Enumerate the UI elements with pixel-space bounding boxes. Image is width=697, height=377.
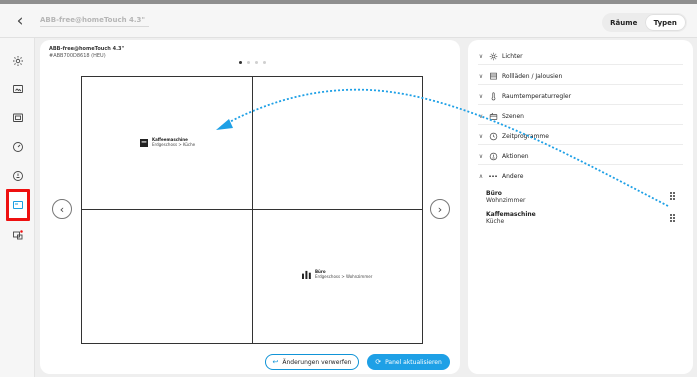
undo-icon: ↩: [272, 358, 279, 366]
list-item-buero[interactable]: Büro Wohnzimmer: [486, 190, 686, 204]
chevron-left-icon[interactable]: ‹: [13, 12, 27, 30]
next-page-button[interactable]: ›: [430, 199, 450, 219]
grid-divider-horizontal: [82, 209, 422, 210]
section-lichter[interactable]: ∨ Lichter: [478, 48, 683, 65]
section-rolllaeden[interactable]: ∨ Rollläden / Jalousien: [478, 68, 683, 85]
discard-label: Änderungen verwerfen: [282, 358, 352, 366]
alarm-icon: [13, 171, 23, 181]
section-label: Lichter: [502, 52, 523, 60]
chevron-left-icon: ‹: [59, 202, 65, 216]
toggle-raeume[interactable]: Räume: [603, 14, 645, 31]
list-item-name: Kaffemaschine: [486, 211, 536, 218]
sidebar-item-settings[interactable]: [7, 50, 29, 72]
function-list-card: ∨ Lichter ∨ Rollläden / Jalousien ∨ Raum…: [468, 40, 693, 374]
sidebar-item-display[interactable]: [7, 107, 29, 129]
gauge-icon: [13, 142, 23, 152]
page-dot[interactable]: [239, 61, 242, 64]
page-dot[interactable]: [263, 61, 266, 64]
panel-grid: Kaffeemaschine Erdgeschoss > Küche Büro …: [81, 76, 423, 344]
chevron-right-icon: ›: [437, 202, 443, 216]
update-label: Panel aktualisieren: [385, 358, 442, 366]
chevron-down-icon: ∨: [478, 92, 484, 100]
list-item-location: Wohnzimmer: [486, 197, 526, 205]
equalizer-icon: [302, 270, 311, 280]
section-label: Andere: [502, 173, 524, 180]
device-title-tab[interactable]: ABB-free@homeTouch 4.3": [40, 14, 150, 27]
monitor-icon: [13, 113, 23, 122]
chevron-down-icon: ∨: [478, 72, 484, 80]
device-id: #ABB700D8618 (HEU): [49, 53, 106, 59]
blinds-icon: [488, 71, 498, 81]
update-panel-button[interactable]: ⟳ Panel aktualisieren: [367, 354, 450, 370]
section-raumtemperaturregler[interactable]: ∨ Raumtemperaturregler: [478, 88, 683, 105]
sidebar-item-images[interactable]: [7, 78, 29, 100]
thermostat-icon: [488, 91, 498, 101]
page-indicator: [239, 61, 266, 64]
clock-icon: [488, 131, 498, 141]
section-label: Rollläden / Jalousien: [502, 72, 563, 80]
action-icon: [488, 151, 498, 161]
image-icon: [13, 85, 23, 93]
widget-location: Erdgeschoss > Wohnzimmer: [315, 273, 373, 279]
panel-preview-card: ABB-free@homeTouch 4.3" #ABB700D8618 (HE…: [40, 40, 460, 374]
refresh-icon: ⟳: [375, 358, 382, 366]
drag-handle-icon[interactable]: [670, 214, 676, 222]
top-bar: ‹ ABB-free@homeTouch 4.3" Räume Typen: [0, 0, 697, 38]
page-dot[interactable]: [255, 61, 258, 64]
drag-handle-icon[interactable]: [670, 192, 676, 200]
chevron-down-icon: ∨: [478, 132, 484, 140]
chevron-down-icon: ∨: [478, 112, 484, 120]
chevron-up-icon: ∧: [478, 173, 484, 180]
section-zeitprogramme[interactable]: ∨ Zeitprogramme: [478, 128, 683, 145]
light-icon: [488, 51, 498, 61]
coffee-machine-icon: [140, 138, 148, 147]
prev-page-button[interactable]: ‹: [52, 199, 72, 219]
widget-location: Erdgeschoss > Küche: [152, 141, 196, 147]
widget-kaffeemaschine[interactable]: Kaffeemaschine Erdgeschoss > Küche: [140, 137, 196, 147]
list-item-location: Küche: [486, 218, 505, 226]
section-szenen[interactable]: ∨ Szenen: [478, 108, 683, 125]
section-aktionen[interactable]: ∨ Aktionen: [478, 148, 683, 165]
list-item-name: Büro: [486, 190, 502, 197]
page-dot[interactable]: [247, 61, 250, 64]
chevron-down-icon: ∨: [478, 52, 484, 60]
toggle-typen[interactable]: Typen: [644, 14, 686, 31]
gear-icon: [13, 56, 23, 66]
section-label: Raumtemperaturregler: [502, 92, 572, 100]
discard-changes-button[interactable]: ↩ Änderungen verwerfen: [265, 354, 359, 370]
sidebar: [0, 38, 35, 377]
section-andere[interactable]: ∧ ··· Andere: [478, 168, 683, 185]
sidebar-item-panel[interactable]: [6, 189, 30, 221]
scene-icon: [488, 111, 498, 121]
section-label: Aktionen: [502, 152, 529, 160]
sidebar-item-gauge[interactable]: [7, 136, 29, 158]
list-item-kaffemaschine[interactable]: Kaffemaschine Küche: [486, 211, 686, 225]
sidebar-item-devices[interactable]: [7, 224, 29, 246]
section-label: Szenen: [502, 112, 524, 120]
chevron-down-icon: ∨: [478, 152, 484, 160]
widget-buero[interactable]: Büro Erdgeschoss > Wohnzimmer: [302, 269, 373, 280]
device-title: ABB-free@homeTouch 4.3": [49, 46, 125, 52]
device-alert-icon: [13, 230, 23, 240]
sidebar-item-alarm[interactable]: [7, 165, 29, 187]
panel-icon: [13, 201, 23, 209]
view-toggle: Räume Typen: [602, 13, 687, 32]
more-icon: ···: [488, 171, 498, 181]
section-label: Zeitprogramme: [502, 132, 549, 140]
grid-divider-vertical: [252, 77, 253, 343]
